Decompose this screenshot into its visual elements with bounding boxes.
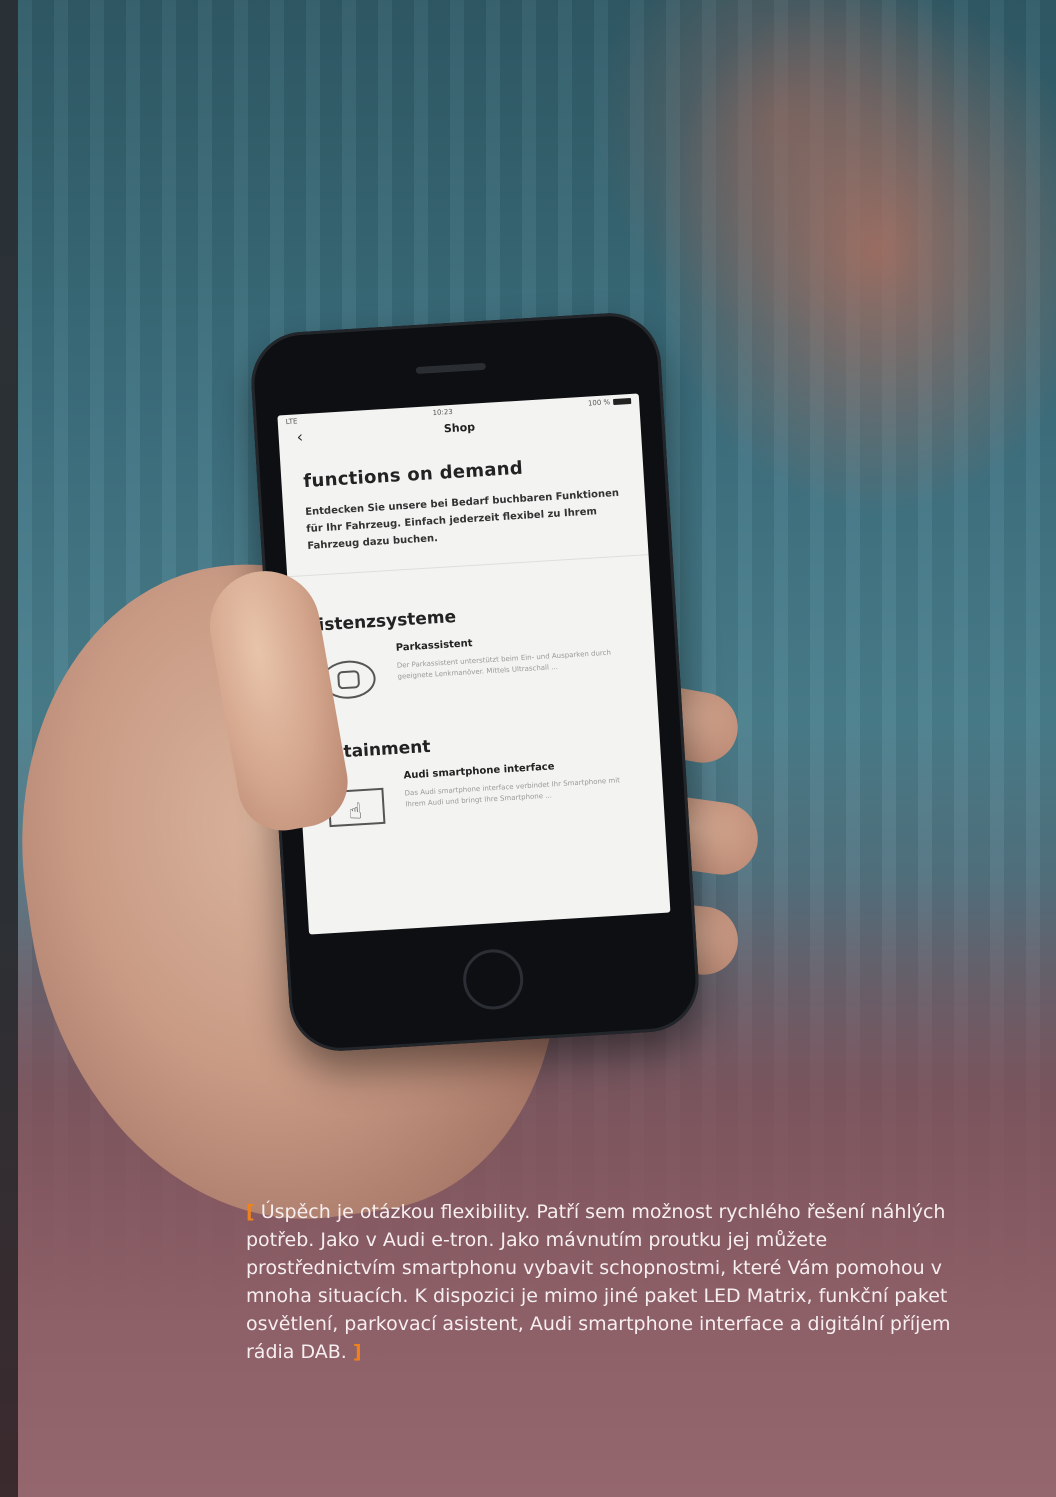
close-bracket: ] [352, 1341, 362, 1363]
feature-description: Der Parkassistent unterstützt beim Ein- … [396, 648, 612, 681]
feature-item-smartphone-interface[interactable]: Audi smartphone interface Das Audi smart… [299, 755, 665, 847]
feature-item-parkassistent[interactable]: Parkassistent Der Parkassistent unterstü… [292, 627, 658, 719]
page-edge-strip [0, 0, 18, 1497]
caption-body: Úspěch je otázkou flexibility. Patří sem… [246, 1201, 951, 1363]
intro-text: Entdecken Sie unsere bei Bedarf buchbare… [305, 487, 620, 552]
feature-name: Audi smartphone interface [403, 761, 555, 782]
home-button [461, 947, 525, 1012]
feature-name: Parkassistent [395, 638, 473, 654]
earpiece [415, 362, 486, 375]
feature-description: Das Audi smartphone interface verbindet … [404, 776, 621, 809]
phone-screen: LTE 10:23 100 % ‹ Shop functions on dema… [277, 393, 671, 935]
caption-text: [ Úspěch je otázkou flexibility. Patří s… [246, 1198, 956, 1366]
divider [287, 554, 649, 578]
battery-icon [612, 397, 632, 406]
open-bracket: [ [246, 1201, 255, 1223]
